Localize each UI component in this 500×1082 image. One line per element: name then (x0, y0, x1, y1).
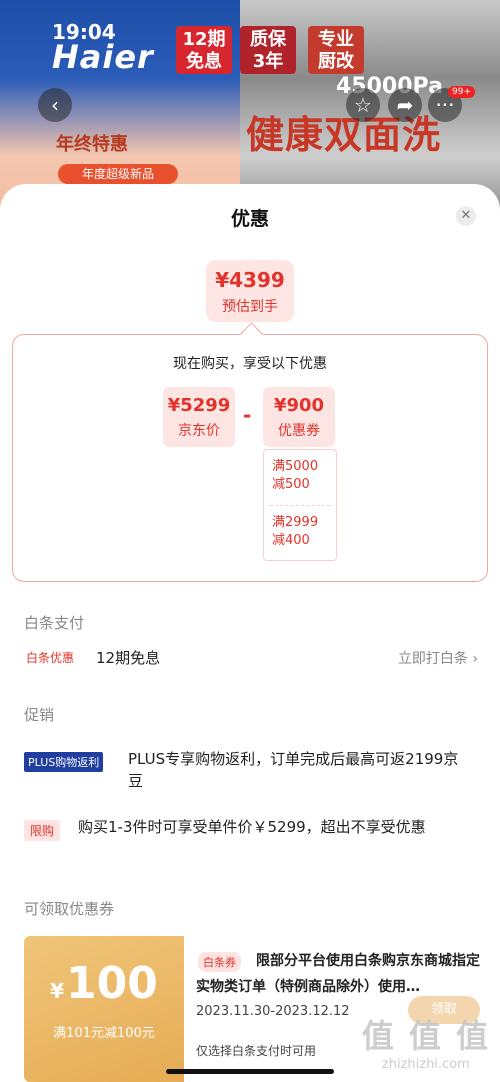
purchase-limit-tag: 限购 (24, 820, 61, 841)
discount-breakdown: 现在购买，享受以下优惠 ¥5299 京东价 - ¥900 优惠券 满5000 减… (12, 334, 488, 582)
coupon-discount-value: ¥900 (273, 395, 325, 416)
coupon-discount-label: 优惠券 (278, 423, 320, 439)
breakdown-heading: 现在购买，享受以下优惠 (173, 356, 327, 372)
share-button[interactable]: ➦ (388, 88, 422, 122)
rule-divider (270, 505, 330, 506)
baitiao-coupon-tag: 白条券 (198, 952, 241, 972)
final-price-label: 预估到手 (222, 299, 278, 315)
back-button[interactable]: ‹ (38, 88, 72, 122)
baitiao-section-title: 白条支付 (24, 614, 85, 632)
brand-logo: Haier (52, 38, 154, 76)
final-price-value: ¥4399 (215, 268, 285, 292)
star-icon: ☆ (354, 93, 372, 117)
sheet-title: 优惠 (230, 208, 269, 230)
close-button[interactable]: ✕ (456, 206, 476, 226)
purchase-limit-text: 购买1-3件时可享受单件价￥5299，超出不享受优惠 (78, 818, 426, 836)
watermark: 值 值 值 zhizhizhi.com (361, 1017, 490, 1072)
favorite-button[interactable]: ☆ (346, 88, 380, 122)
coupon-condition: 满101元减100元 (53, 1026, 155, 1041)
plus-rebate-text: PLUS专享购物返利，订单完成后最高可返2199京豆 (128, 750, 459, 790)
coupon-discount-card: ¥900 优惠券 (263, 387, 335, 447)
promo-tag-kitchen: 专业 厨改 (308, 26, 364, 74)
coupon-amount: ¥100 (50, 958, 158, 1009)
promo-section-title: 促销 (24, 706, 55, 724)
promo-tag-warranty: 质保 3年 (240, 26, 296, 74)
share-icon: ➦ (396, 93, 414, 117)
estimated-final-price: ¥4399 预估到手 (206, 260, 294, 322)
baitiao-offer: 12期免息 (96, 649, 161, 667)
plus-rebate-tag: PLUS购物返利 (24, 752, 104, 772)
home-indicator[interactable] (166, 1069, 334, 1074)
chevron-left-icon: ‹ (51, 93, 59, 117)
minus-sign: - (243, 403, 252, 427)
year-sale-label: 年终特惠 (56, 134, 128, 155)
close-icon: ✕ (460, 208, 472, 223)
coupon-validity: 2023.11.30-2023.12.12 (196, 1004, 350, 1019)
jd-price-label: 京东价 (178, 423, 220, 439)
coupons-section-title: 可领取优惠券 (24, 900, 115, 918)
coupon-usage-note: 仅选择白条支付时可用 (196, 1044, 317, 1058)
discount-sheet: 优惠 ✕ ¥4399 预估到手 现在购买，享受以下优惠 ¥5299 京东价 - … (0, 184, 500, 1082)
message-badge: 99+ (448, 86, 475, 98)
new-product-ribbon: 年度超级新品 (58, 164, 178, 184)
coupon-rule-2: 满2999 减400 (272, 515, 319, 548)
coupon-rules: 满5000 减500 满2999 减400 (263, 449, 337, 561)
coupon-amount-panel: ¥100 满101元减100元 (24, 936, 184, 1082)
coupon-rule-1: 满5000 减500 (272, 459, 319, 492)
jd-price-value: ¥5299 (167, 395, 231, 416)
open-baitiao-link[interactable]: 立即打白条 › (398, 648, 478, 668)
promo-tag-interest-free: 12期 免息 (176, 26, 232, 74)
jd-price-card: ¥5299 京东价 (163, 387, 235, 447)
baitiao-tag: 白条优惠 (26, 651, 75, 665)
